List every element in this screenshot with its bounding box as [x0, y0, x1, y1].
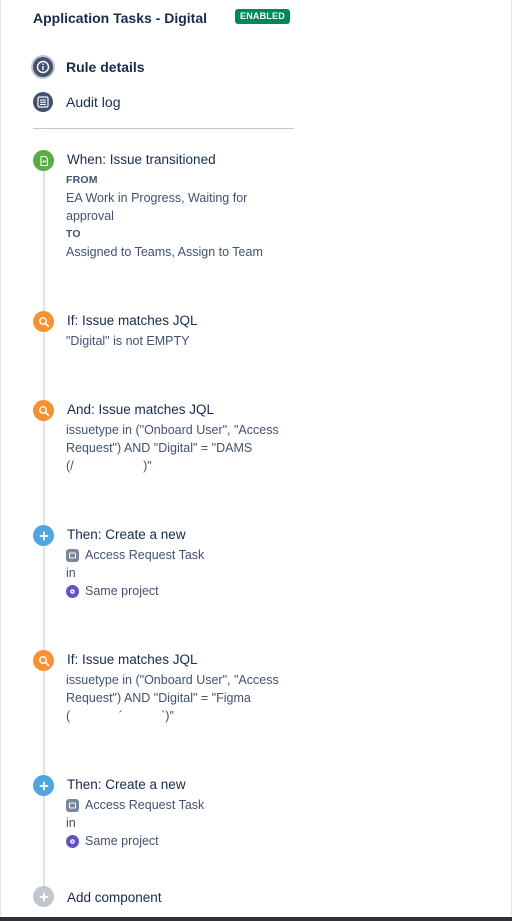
to-status-line: Assigned to Teams, Assign to Team [66, 245, 263, 259]
project-label: Same project [85, 834, 159, 848]
project-icon [66, 584, 79, 598]
task-icon [66, 798, 79, 812]
add-component-button[interactable]: Add component [33, 886, 293, 910]
project-row: Same project [66, 582, 296, 600]
condition-title: If: Issue matches JQL [67, 652, 198, 667]
action-details: Access Request Task in Same project [66, 546, 296, 600]
jql-line: issuetype in ("Onboard User", "Access [66, 423, 279, 437]
to-label: TO [66, 228, 81, 240]
bottom-edge-bar [0, 917, 512, 921]
in-label: in [66, 566, 76, 580]
plus-icon [33, 775, 54, 796]
task-icon [66, 548, 79, 562]
plus-icon [33, 525, 54, 546]
trigger-details: FROM EA Work in Progress, Waiting for ap… [66, 171, 296, 261]
action-title: Then: Create a new [67, 777, 186, 792]
from-status-line: EA Work in Progress, Waiting for [66, 191, 248, 205]
condition-title: And: Issue matches JQL [67, 402, 215, 417]
add-component-label: Add component [67, 890, 162, 905]
project-label: Same project [85, 584, 159, 598]
nav-audit-log-label: Audit log [66, 94, 121, 110]
search-icon [33, 650, 54, 671]
list-icon [33, 92, 53, 112]
in-label: in [66, 816, 76, 830]
jql-line: "Digital" is not EMPTY [66, 334, 190, 348]
nav-audit-log[interactable]: Audit log [33, 91, 293, 113]
search-icon [33, 311, 54, 332]
status-badge: ENABLED [235, 9, 290, 24]
plus-icon [33, 886, 54, 907]
condition-jql: issuetype in ("Onboard User", "Access Re… [66, 421, 296, 475]
action-title: Then: Create a new [67, 527, 186, 542]
issue-type-row: Access Request Task [66, 796, 296, 814]
issue-type-label: Access Request Task [85, 798, 205, 812]
condition-step[interactable]: If: Issue matches JQL issuetype in ("Onb… [33, 650, 293, 730]
divider [33, 128, 294, 129]
condition-jql: issuetype in ("Onboard User", "Access Re… [66, 671, 296, 725]
action-step[interactable]: Then: Create a new Access Request Task i… [33, 775, 293, 855]
condition-title: If: Issue matches JQL [67, 313, 198, 328]
nav-rule-details-label: Rule details [66, 59, 145, 75]
condition-step[interactable]: And: Issue matches JQL issuetype in ("On… [33, 400, 293, 480]
jql-line: (/ )" [66, 459, 152, 473]
jql-line: ( ´ `)" [66, 709, 174, 723]
from-status-line: approval [66, 209, 114, 223]
condition-step[interactable]: If: Issue matches JQL "Digital" is not E… [33, 311, 293, 355]
jql-line: issuetype in ("Onboard User", "Access [66, 673, 279, 687]
nav-rule-details[interactable]: Rule details [33, 56, 293, 78]
project-row: Same project [66, 832, 296, 850]
jql-line: Request") AND "Digital" = "Figma [66, 691, 251, 705]
action-step[interactable]: Then: Create a new Access Request Task i… [33, 525, 293, 605]
search-icon [33, 400, 54, 421]
rule-header: Application Tasks - Digital ENABLED [33, 9, 303, 29]
from-label: FROM [66, 174, 98, 186]
condition-jql: "Digital" is not EMPTY [66, 332, 296, 350]
info-icon [33, 57, 53, 77]
issue-type-row: Access Request Task [66, 546, 296, 564]
rule-title: Application Tasks - Digital [33, 10, 207, 26]
trigger-step[interactable]: When: Issue transitioned FROM EA Work in… [33, 150, 293, 270]
project-icon [66, 834, 79, 848]
action-details: Access Request Task in Same project [66, 796, 296, 850]
trigger-title: When: Issue transitioned [67, 152, 216, 167]
transition-icon [33, 150, 54, 171]
jql-line: Request") AND "Digital" = "DAMS [66, 441, 253, 455]
issue-type-label: Access Request Task [85, 548, 205, 562]
